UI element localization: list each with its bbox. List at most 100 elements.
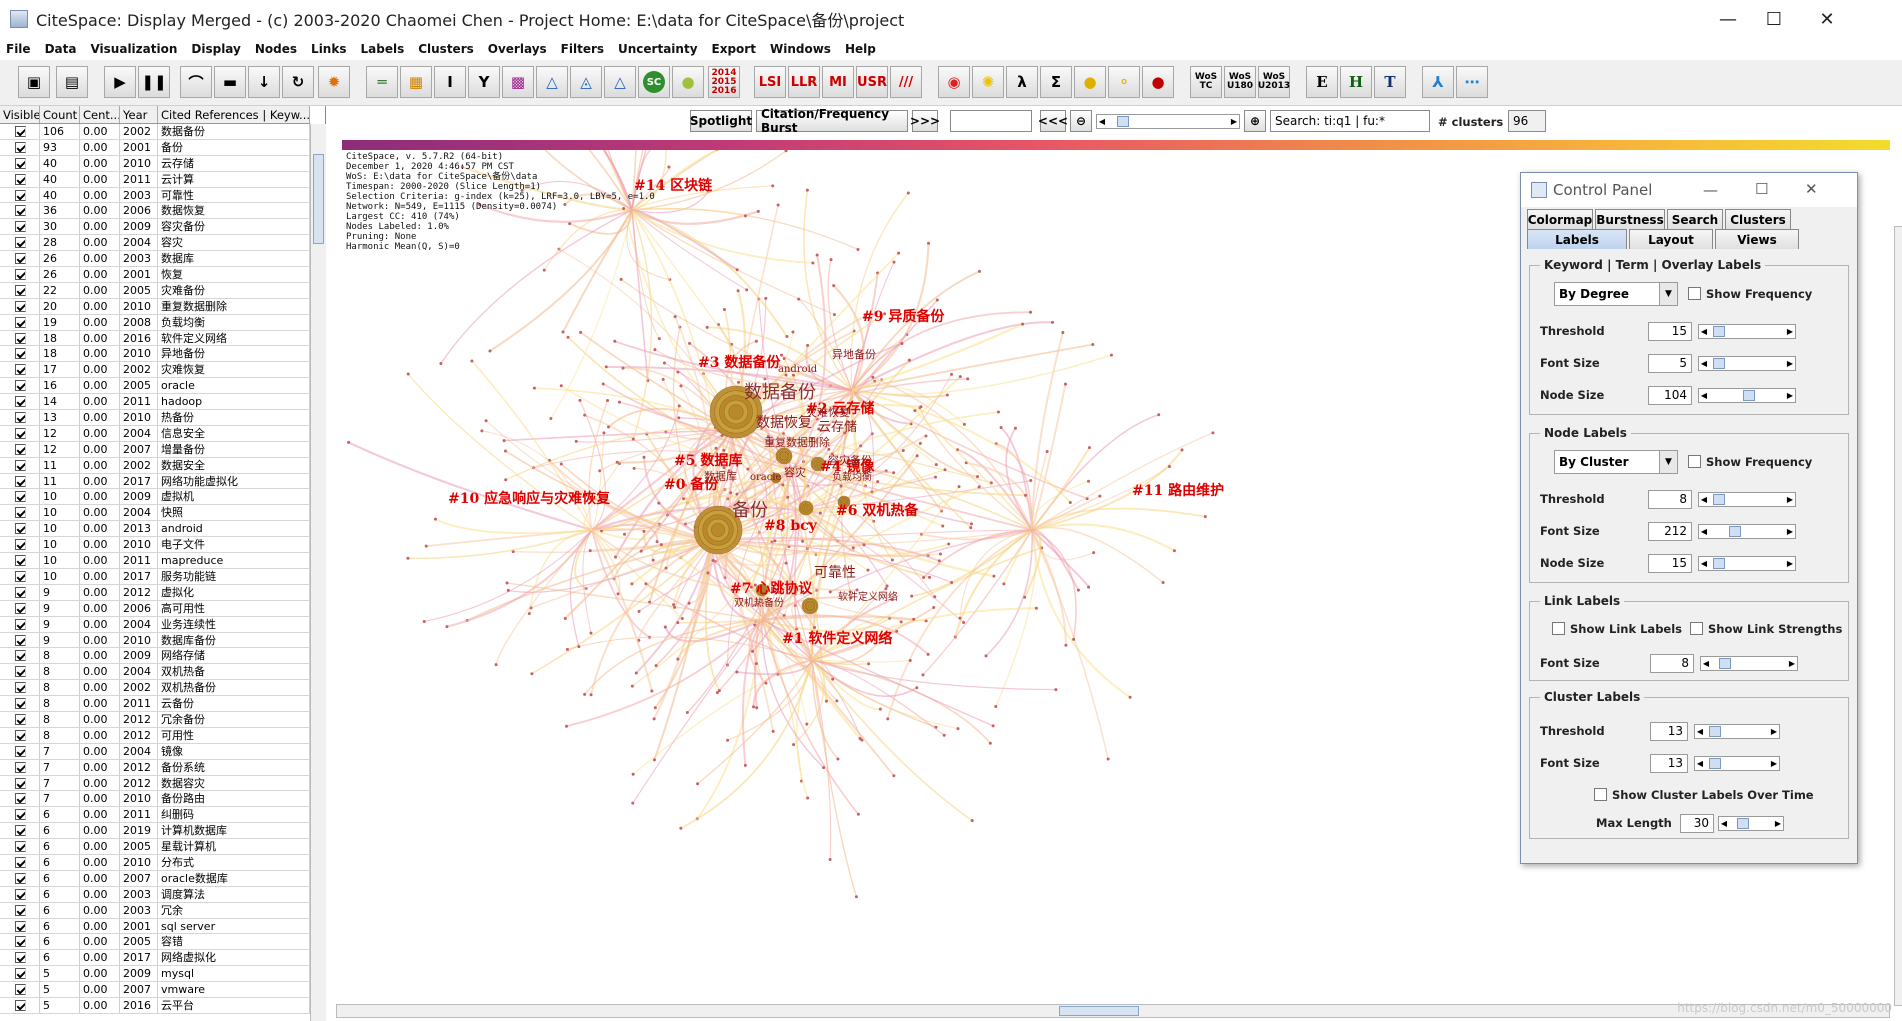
network-node[interactable] bbox=[347, 440, 351, 444]
cl-font-slider[interactable]: ◀ ▶ bbox=[1694, 756, 1780, 771]
network-node[interactable] bbox=[677, 416, 681, 420]
triangle-icon-3[interactable]: △ bbox=[604, 66, 636, 98]
zoom-in-icon[interactable]: ⊕ bbox=[1244, 110, 1266, 132]
grid-icon[interactable]: ▦ bbox=[400, 66, 432, 98]
close-button[interactable]: ✕ bbox=[1797, 0, 1857, 38]
network-node[interactable] bbox=[919, 405, 923, 409]
visible-checkbox[interactable] bbox=[15, 602, 26, 614]
usr-button[interactable]: USR bbox=[856, 66, 888, 98]
network-node[interactable] bbox=[933, 595, 937, 599]
visible-checkbox[interactable] bbox=[15, 126, 26, 137]
visible-checkbox[interactable] bbox=[15, 570, 26, 582]
network-node[interactable] bbox=[542, 268, 546, 272]
network-node[interactable] bbox=[856, 812, 860, 816]
next-button[interactable]: >>> bbox=[910, 110, 940, 132]
network-node[interactable] bbox=[942, 733, 946, 737]
tree-icon[interactable]: ⅄ bbox=[1422, 66, 1454, 98]
arrow-left-icon[interactable]: ◀ bbox=[1695, 757, 1705, 770]
arrow-right-icon[interactable]: ▶ bbox=[1769, 725, 1779, 738]
network-node[interactable] bbox=[831, 677, 835, 681]
network-node[interactable] bbox=[858, 737, 862, 741]
arrow-left-icon[interactable]: ◀ bbox=[1699, 525, 1709, 538]
visible-checkbox[interactable] bbox=[15, 682, 26, 694]
visible-checkbox[interactable] bbox=[15, 412, 26, 424]
table-row[interactable]: 6 0.00 2010 分布式 bbox=[0, 854, 310, 871]
network-node[interactable] bbox=[632, 466, 636, 470]
network-node[interactable] bbox=[746, 467, 750, 471]
node-label-backup[interactable]: 备份 bbox=[732, 496, 768, 522]
network-node[interactable] bbox=[908, 659, 912, 663]
table-row[interactable]: 5 0.00 2007 vmware bbox=[0, 982, 310, 998]
arrow-right-icon[interactable]: ▶ bbox=[1785, 357, 1795, 370]
canvas-horizontal-scrollbar[interactable] bbox=[336, 1004, 1890, 1018]
network-node[interactable] bbox=[661, 377, 665, 381]
col-visible[interactable]: Visible bbox=[0, 106, 40, 123]
network-node[interactable] bbox=[1024, 493, 1028, 497]
cl-threshold-thumb[interactable] bbox=[1709, 726, 1721, 737]
visible-checkbox[interactable] bbox=[15, 380, 26, 392]
network-node[interactable] bbox=[876, 480, 880, 484]
tab-burstness[interactable]: Burstness bbox=[1595, 209, 1665, 229]
network-node[interactable] bbox=[934, 475, 938, 479]
burst-button[interactable]: Citation/Frequency Burst bbox=[756, 107, 908, 135]
table-row[interactable]: 10 0.00 2011 mapreduce bbox=[0, 553, 310, 569]
chevron-down-icon[interactable]: ▼ bbox=[1659, 451, 1677, 473]
visible-checkbox[interactable] bbox=[15, 269, 26, 281]
ll-font-slider[interactable]: ◀ ▶ bbox=[1700, 656, 1798, 671]
table-row[interactable]: 11 0.00 2002 数据安全 bbox=[0, 457, 310, 474]
network-node[interactable] bbox=[822, 766, 826, 770]
arrow-right-icon[interactable]: ▶ bbox=[1769, 757, 1779, 770]
network-node[interactable] bbox=[970, 819, 974, 823]
network-node[interactable] bbox=[805, 188, 809, 192]
network-node[interactable] bbox=[1091, 343, 1095, 347]
cluster-label-5[interactable]: #5 数据库 bbox=[674, 450, 742, 470]
menu-visualization[interactable]: Visualization bbox=[90, 42, 177, 56]
table-row[interactable]: 16 0.00 2005 oracle bbox=[0, 378, 310, 395]
table-row[interactable]: 7 0.00 2010 备份路由 bbox=[0, 791, 310, 808]
cl-threshold-slider[interactable]: ◀ ▶ bbox=[1694, 724, 1780, 739]
network-node[interactable] bbox=[1167, 465, 1171, 469]
network-node[interactable] bbox=[962, 422, 966, 426]
arrow-left-icon[interactable]: ◀ bbox=[1695, 725, 1705, 738]
network-node[interactable] bbox=[433, 517, 437, 521]
network-node[interactable] bbox=[729, 491, 733, 495]
network-node[interactable] bbox=[892, 774, 896, 778]
network-node[interactable] bbox=[588, 549, 592, 553]
nl-font-thumb[interactable] bbox=[1729, 526, 1741, 537]
table-row[interactable]: 12 0.00 2004 信息安全 bbox=[0, 425, 310, 442]
table-row[interactable]: 10 0.00 2010 电子文件 bbox=[0, 537, 310, 554]
table-row[interactable]: 18 0.00 2010 异地备份 bbox=[0, 346, 310, 363]
table-row[interactable]: 22 0.00 2005 灾难备份 bbox=[0, 282, 310, 299]
triangle-icon-1[interactable]: △ bbox=[536, 66, 568, 98]
llr-button[interactable]: LLR bbox=[788, 66, 820, 98]
network-node[interactable] bbox=[886, 717, 890, 721]
visible-checkbox[interactable] bbox=[15, 809, 26, 821]
col-year[interactable]: Year bbox=[120, 106, 158, 123]
mi-button[interactable]: MI bbox=[822, 66, 854, 98]
table-row[interactable]: 6 0.00 2007 oracle数据库 bbox=[0, 870, 310, 887]
kw-node-size-value[interactable]: 104 bbox=[1648, 386, 1692, 405]
network-node[interactable] bbox=[565, 647, 569, 651]
network-node[interactable] bbox=[892, 471, 896, 475]
arrow-right-icon[interactable]: ▶ bbox=[1785, 389, 1795, 402]
nl-threshold-slider[interactable]: ◀ ▶ bbox=[1698, 492, 1796, 507]
menu-clusters[interactable]: Clusters bbox=[418, 42, 474, 56]
network-node[interactable] bbox=[921, 673, 925, 677]
network-node[interactable] bbox=[578, 398, 582, 402]
refresh-icon[interactable]: ↻ bbox=[282, 66, 314, 98]
network-node[interactable] bbox=[651, 558, 655, 562]
network-node[interactable] bbox=[679, 384, 683, 388]
table-row[interactable]: 36 0.00 2006 数据恢复 bbox=[0, 203, 310, 220]
network-node[interactable] bbox=[664, 566, 668, 570]
network-node[interactable] bbox=[866, 568, 870, 572]
network-node[interactable] bbox=[650, 689, 654, 693]
visible-checkbox[interactable] bbox=[15, 316, 26, 328]
canvas-vertical-scrollbar[interactable] bbox=[1894, 226, 1902, 1006]
network-node[interactable] bbox=[785, 334, 789, 338]
wos-tc-button[interactable]: WoS TC bbox=[1190, 66, 1222, 98]
layout-y-icon[interactable]: Y bbox=[468, 66, 500, 98]
network-node[interactable] bbox=[885, 584, 889, 588]
lsi-button[interactable]: LSI bbox=[754, 66, 786, 98]
slash-button[interactable]: /// bbox=[890, 66, 922, 98]
table-row[interactable]: 18 0.00 2016 软件定义网络 bbox=[0, 330, 310, 347]
